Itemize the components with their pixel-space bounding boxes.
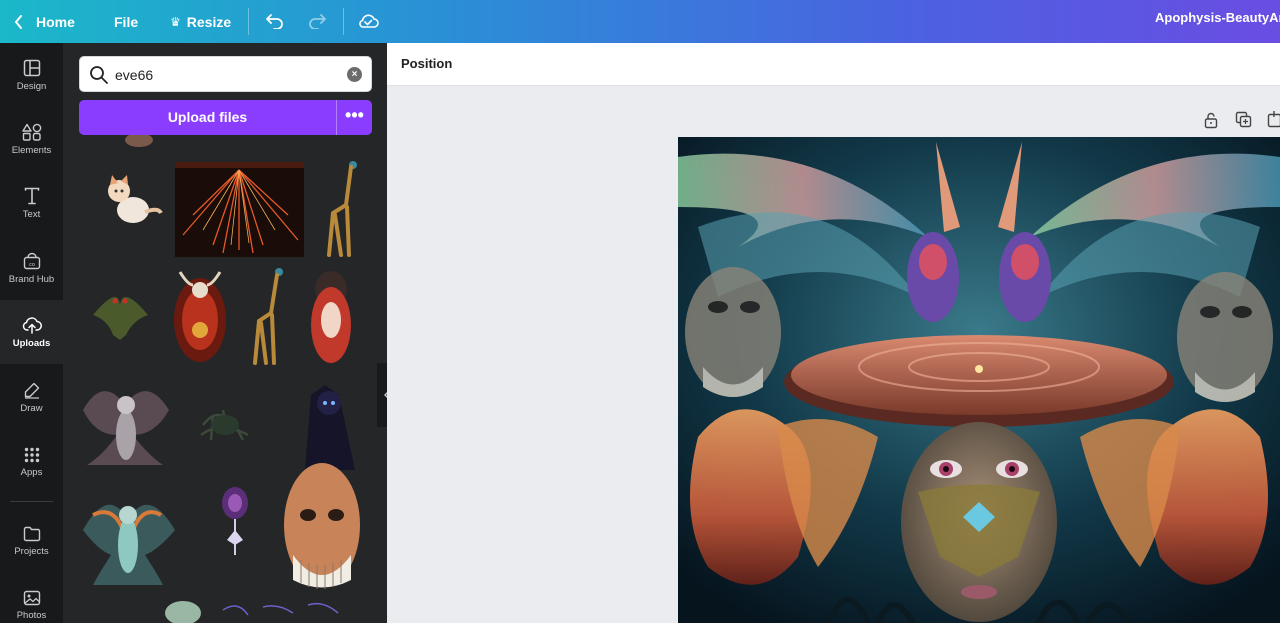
duplicate-icon [1235, 111, 1252, 128]
lock-page-button[interactable] [1203, 111, 1221, 129]
duplicate-page-button[interactable] [1235, 111, 1253, 129]
top-bar: Home File ♛ Resize Apophysis-BeautyAr [0, 0, 1280, 43]
position-button[interactable]: Position [401, 56, 452, 71]
thumbnail-beetle[interactable] [174, 271, 226, 362]
photo-icon [23, 590, 40, 605]
layout-icon [23, 59, 40, 76]
clear-search-icon[interactable]: × [347, 67, 362, 82]
resize-button[interactable]: ♛ Resize [170, 0, 231, 43]
lock-icon [1204, 112, 1218, 129]
search-icon [90, 66, 108, 84]
rail-label: Design [16, 80, 47, 92]
thumbnail-cat[interactable] [108, 175, 163, 223]
rail-item-text[interactable]: Text [0, 171, 63, 235]
rail-label: Text [22, 208, 41, 220]
home-label: Home [36, 13, 75, 30]
cloud-check-icon [359, 14, 379, 28]
text-icon [24, 187, 39, 204]
thumbnail-red-figure[interactable] [311, 271, 351, 363]
thumbnail-winged-creature[interactable] [93, 297, 148, 340]
resize-label: Resize [186, 13, 232, 30]
save-status-button[interactable] [355, 8, 381, 34]
thumbnail-purple-flower[interactable] [222, 487, 248, 555]
app-window: Home File ♛ Resize Apophysis-BeautyAr De… [0, 0, 1280, 623]
rail-item-photos[interactable]: Photos [0, 573, 63, 623]
chevron-left-icon [14, 14, 22, 29]
thumbnail-plant[interactable] [200, 409, 249, 441]
uploads-grid [83, 135, 360, 623]
file-label: File [114, 13, 139, 30]
brand-icon: co [23, 252, 40, 269]
rail-label: Brand Hub [8, 273, 55, 285]
rail-item-elements[interactable]: Elements [0, 107, 63, 171]
editor-toolbar: Position [387, 43, 1280, 86]
crown-icon: ♛ [170, 14, 181, 29]
rail-item-projects[interactable]: Projects [0, 509, 63, 573]
design-artwork[interactable] [678, 137, 1280, 623]
more-options-button[interactable]: ••• [337, 100, 372, 135]
thumbnail-fairy-2[interactable] [83, 504, 175, 585]
document-title[interactable]: Apophysis-BeautyAr [1155, 0, 1280, 35]
home-button[interactable]: Home [14, 0, 75, 43]
rail-item-uploads[interactable]: Uploads [0, 300, 63, 364]
upload-files-label: Upload files [167, 109, 248, 125]
add-page-button[interactable] [1267, 111, 1280, 129]
thumbnail-partial-row[interactable] [165, 601, 339, 623]
rail-label: Draw [20, 402, 43, 414]
redo-icon [309, 14, 326, 29]
rail-label: Uploads [12, 337, 51, 349]
rail-item-draw[interactable]: Draw [0, 365, 63, 429]
shapes-icon [21, 123, 41, 141]
upload-files-button[interactable]: Upload files ••• [79, 100, 372, 135]
add-page-icon [1267, 111, 1280, 128]
thumbnail-fairy[interactable] [83, 391, 169, 465]
toolbar-divider [248, 8, 249, 35]
rail-label: Photos [16, 609, 47, 621]
thumbnail-giraffe[interactable] [327, 161, 357, 257]
left-rail: Design Elements Text co Brand Hub Upload… [0, 43, 63, 623]
svg-text:co: co [29, 262, 35, 268]
search-input[interactable]: eve66 [115, 67, 153, 83]
rail-item-design[interactable]: Design [0, 43, 63, 107]
uploads-panel: eve66 × Upload files ••• [63, 43, 387, 623]
rail-item-brand-hub[interactable]: co Brand Hub [0, 236, 63, 300]
toolbar-divider [343, 8, 344, 35]
rail-label: Elements [11, 144, 52, 156]
folder-icon [23, 526, 40, 541]
pen-icon [24, 382, 39, 399]
undo-button[interactable] [262, 8, 288, 34]
undo-icon [266, 14, 283, 29]
rail-label: Projects [14, 545, 49, 557]
grid-icon [24, 447, 39, 462]
file-menu-button[interactable]: File [114, 0, 138, 43]
redo-button[interactable] [304, 8, 330, 34]
search-box[interactable]: eve66 × [79, 56, 372, 92]
fractal-artwork-image [678, 137, 1280, 623]
thumbnail-partial[interactable] [125, 135, 153, 147]
thumbnail-giraffe-2[interactable] [253, 268, 283, 365]
cloud-upload-icon [22, 316, 42, 334]
thumbnail-fireworks[interactable] [175, 162, 304, 257]
rail-item-apps[interactable]: Apps [0, 430, 63, 494]
thumbnail-dark-figure[interactable] [305, 385, 355, 470]
rail-divider [10, 501, 53, 502]
rail-label: Apps [20, 466, 43, 478]
thumbnail-skull-face[interactable] [284, 463, 360, 589]
